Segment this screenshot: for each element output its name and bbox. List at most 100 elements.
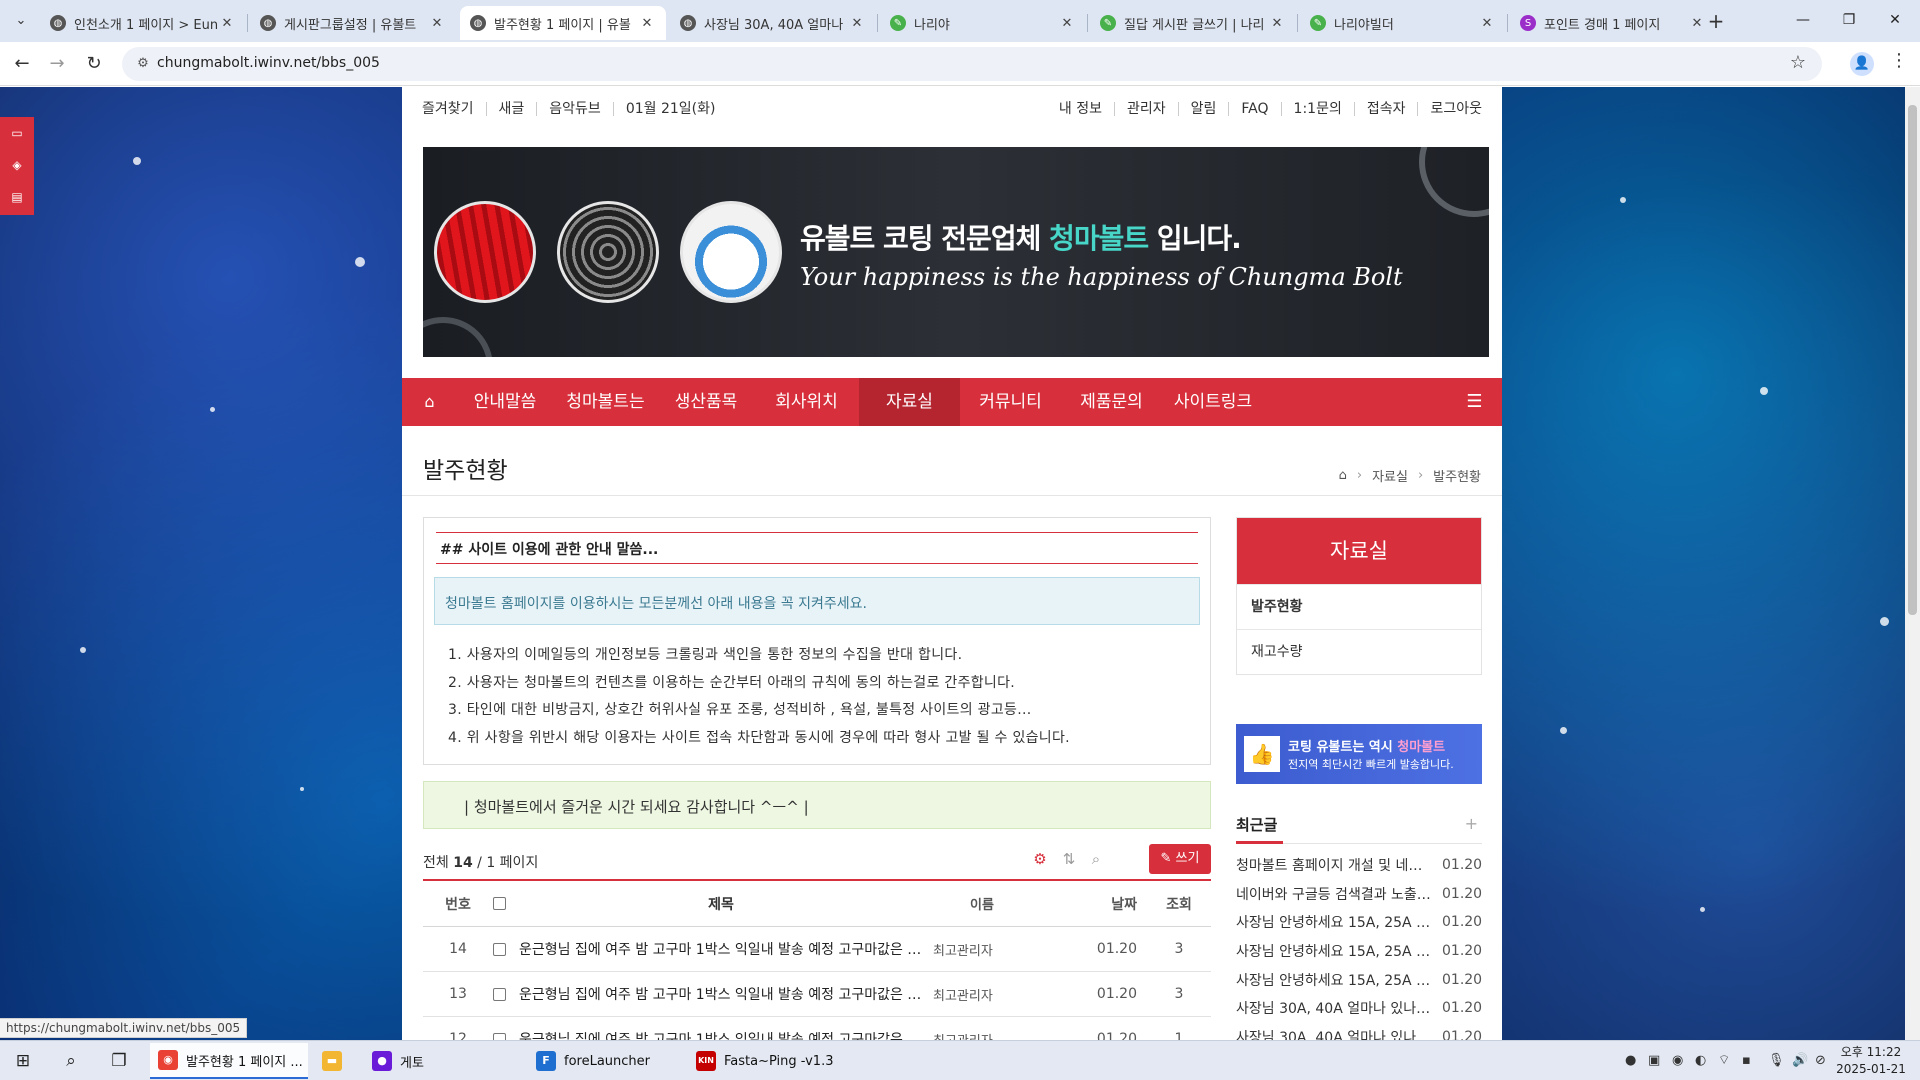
new-tab-button[interactable]: +	[1702, 8, 1730, 36]
sort-icon[interactable]: ⇅	[1060, 850, 1078, 868]
note-icon[interactable]: ▤	[0, 181, 34, 213]
task-view-icon[interactable]: ❐	[104, 1041, 134, 1080]
close-tab-icon[interactable]: ✕	[1058, 16, 1076, 31]
top-link[interactable]: FAQ	[1228, 102, 1280, 116]
close-tab-icon[interactable]: ✕	[428, 16, 446, 31]
row-subject-link[interactable]: 운근형님 집에 여주 밤 고구마 1박스 익일내 발송 예정 고구마값은 배송비…	[513, 939, 923, 959]
recent-item[interactable]: 사장님 안녕하세요 15A, 25A 문의드립니다01.20	[1236, 937, 1482, 966]
row-author[interactable]: 최고관리자	[923, 940, 1041, 959]
recent-item-title[interactable]: 사장님 안녕하세요 15A, 25A 문의드립니다	[1236, 941, 1442, 961]
taskbar-app[interactable]: KIN Fasta~Ping -v1.3	[688, 1043, 848, 1079]
nav-item[interactable]: 청마볼트는	[553, 378, 658, 426]
tray-icon[interactable]: ▣	[1648, 1041, 1660, 1080]
system-clock[interactable]: 오후 11:22 2025-01-21	[1836, 1044, 1906, 1078]
top-link[interactable]: 로그아웃	[1417, 102, 1482, 116]
network-icon[interactable]: ⌔	[1718, 1041, 1730, 1080]
monitor-icon[interactable]: ▭	[0, 117, 34, 149]
breadcrumb-item[interactable]: 발주현황	[1433, 466, 1481, 485]
nav-item[interactable]: 제품문의	[1061, 378, 1162, 426]
tray-icon[interactable]: ◉	[1672, 1041, 1683, 1080]
taskbar-app[interactable]: ● 게토	[364, 1043, 526, 1079]
sidebar-ad-banner[interactable]: 👍 코팅 유볼트는 역시 청마볼트 전지역 최단시간 빠르게 발송합니다.	[1236, 724, 1482, 784]
site-info-icon[interactable]: ⚙	[134, 55, 152, 73]
microphone-icon[interactable]: 🎙	[1768, 1041, 1785, 1080]
taskbar-app[interactable]: ◉ 발주현황 1 페이지 ...	[150, 1043, 308, 1079]
tray-icon[interactable]: ⊘	[1815, 1041, 1826, 1080]
recent-item[interactable]: 사장님 안녕하세요 15A, 25A 문의드립니다01.20	[1236, 965, 1482, 994]
row-subject-link[interactable]: 운근형님 집에 여주 밤 고구마 1박스 익일내 발송 예정 고구마값은 배송비…	[513, 1029, 923, 1040]
row-checkbox[interactable]	[493, 942, 506, 956]
row-checkbox[interactable]	[493, 987, 506, 1001]
table-row[interactable]: 14 운근형님 집에 여주 밤 고구마 1박스 익일내 발송 예정 고구마값은 배…	[423, 927, 1211, 972]
recent-item[interactable]: 사장님 안녕하세요 15A, 25A 문의드립니다01.20	[1236, 908, 1482, 937]
volume-icon[interactable]: 🔊	[1792, 1041, 1808, 1080]
row-author[interactable]: 최고관리자	[923, 1030, 1041, 1041]
top-link[interactable]: 관리자	[1114, 102, 1178, 116]
tray-icon[interactable]: ▪	[1742, 1041, 1751, 1080]
browser-menu-icon[interactable]: ⋮	[1890, 50, 1908, 78]
recent-item[interactable]: 사장님 30A, 40A 얼마나 있나요 문의드립니다01.20	[1236, 1023, 1482, 1040]
top-link[interactable]: 1:1문의	[1280, 102, 1354, 116]
browser-tab[interactable]: ◍ 게시판그룹설정 | 유볼트 ✕	[250, 6, 456, 40]
bookmark-star-icon[interactable]: ☆	[1790, 52, 1806, 73]
minimize-button[interactable]: —	[1780, 0, 1826, 40]
tray-icon[interactable]: ◐	[1695, 1041, 1706, 1080]
browser-tab[interactable]: S 포인트 경매 1 페이지 ✕	[1510, 6, 1716, 40]
table-row[interactable]: 13 운근형님 집에 여주 밤 고구마 1박스 익일내 발송 예정 고구마값은 배…	[423, 972, 1211, 1017]
write-button[interactable]: ✎ 쓰기	[1149, 844, 1211, 874]
recent-item[interactable]: 네이버와 구글등 검색결과 노출 테스트 진행중입니다01.20	[1236, 880, 1482, 909]
forward-button[interactable]: →	[43, 50, 71, 78]
cube-icon[interactable]: ◈	[0, 149, 34, 181]
breadcrumb-item[interactable]: 자료실	[1372, 466, 1408, 485]
nav-item[interactable]: 생산품목	[658, 378, 754, 426]
home-icon[interactable]: ⌂	[1339, 468, 1347, 483]
tray-icon[interactable]: ●	[1625, 1041, 1636, 1080]
url-text[interactable]: chungmabolt.iwinv.net/bbs_005	[157, 55, 380, 71]
recent-item-title[interactable]: 사장님 안녕하세요 15A, 25A 문의드립니다	[1236, 970, 1442, 990]
close-tab-icon[interactable]: ✕	[638, 16, 656, 31]
site-banner[interactable]: 유볼트 코팅 전문업체 청마볼트 입니다. Your happiness is …	[423, 147, 1489, 357]
back-button[interactable]: ←	[8, 50, 36, 78]
nav-item[interactable]: 회사위치	[754, 378, 859, 426]
home-icon[interactable]: ⌂	[402, 378, 457, 426]
close-tab-icon[interactable]: ✕	[1268, 16, 1286, 31]
restore-button[interactable]: ❐	[1826, 0, 1872, 40]
search-icon[interactable]: ⌕	[1087, 850, 1105, 868]
hamburger-menu-icon[interactable]: ☰	[1447, 378, 1502, 426]
browser-tab[interactable]: ◍ 발주현황 1 페이지 | 유볼 ✕	[460, 6, 666, 40]
close-window-button[interactable]: ✕	[1872, 0, 1918, 40]
search-icon[interactable]: ⌕	[56, 1041, 86, 1080]
recent-item[interactable]: 청마볼트 홈페이지 개설 및 네이버와 구글 등록01.20	[1236, 851, 1482, 880]
taskbar-app[interactable]: ▬	[314, 1043, 350, 1079]
browser-tab[interactable]: ◍ 사장님 30A, 40A 얼마나 ✕	[670, 6, 876, 40]
sidebar-item[interactable]: 재고수량	[1237, 629, 1481, 674]
row-author[interactable]: 최고관리자	[923, 985, 1041, 1004]
top-link[interactable]: 즐겨찾기	[422, 102, 486, 116]
reload-button[interactable]: ↻	[80, 50, 108, 78]
browser-tab[interactable]: ✎ 질답 게시판 글쓰기 | 나리 ✕	[1090, 6, 1296, 40]
recent-item-title[interactable]: 청마볼트 홈페이지 개설 및 네이버와 구글 등록	[1236, 855, 1442, 875]
recent-item-title[interactable]: 사장님 30A, 40A 얼마나 있나요 문의드립니다	[1236, 998, 1442, 1018]
nav-item[interactable]: 안내말씀	[457, 378, 553, 426]
recent-more-button[interactable]: +	[1465, 814, 1478, 833]
row-subject-link[interactable]: 운근형님 집에 여주 밤 고구마 1박스 익일내 발송 예정 고구마값은 배송비…	[513, 984, 923, 1004]
nav-item[interactable]: 자료실	[859, 378, 960, 426]
address-bar[interactable]: ⚙ chungmabolt.iwinv.net/bbs_005 ☆	[122, 47, 1822, 81]
row-checkbox[interactable]	[493, 1032, 506, 1040]
recent-item-title[interactable]: 네이버와 구글등 검색결과 노출 테스트 진행중입니다	[1236, 884, 1442, 904]
recent-item-title[interactable]: 사장님 30A, 40A 얼마나 있나요 문의드립니다	[1236, 1027, 1442, 1040]
top-link[interactable]: 접속자	[1353, 102, 1418, 116]
browser-tab[interactable]: ◍ 인천소개 1 페이지 > Eun ✕	[40, 6, 246, 40]
top-link[interactable]: 새글	[485, 102, 537, 116]
top-link[interactable]: 내 정보	[1059, 102, 1114, 116]
nav-item[interactable]: 사이트링크	[1162, 378, 1264, 426]
windows-start-icon[interactable]: ⊞	[8, 1041, 38, 1080]
profile-avatar-icon[interactable]: 👤	[1850, 52, 1874, 76]
table-row[interactable]: 12 운근형님 집에 여주 밤 고구마 1박스 익일내 발송 예정 고구마값은 배…	[423, 1017, 1211, 1040]
top-link[interactable]: 음악듀브	[536, 102, 613, 116]
close-tab-icon[interactable]: ✕	[1478, 16, 1496, 31]
page-scrollbar[interactable]	[1905, 87, 1920, 1040]
scrollbar-thumb[interactable]	[1908, 105, 1917, 615]
nav-item[interactable]: 커뮤니티	[960, 378, 1061, 426]
select-all-checkbox[interactable]	[493, 897, 506, 910]
